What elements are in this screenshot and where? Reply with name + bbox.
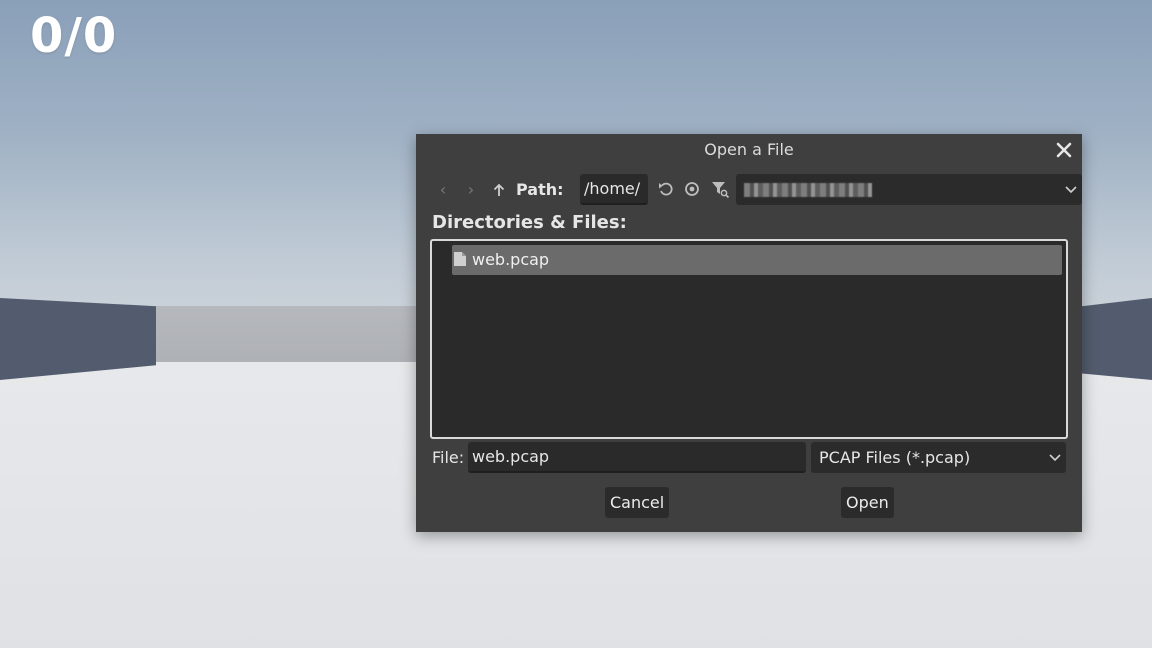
path-label: Path: [516,180,564,199]
chevron-down-icon [1065,186,1077,194]
refresh-button[interactable] [656,179,676,199]
forward-button[interactable]: › [460,174,482,205]
close-icon [1056,142,1072,158]
file-label: File: [432,448,465,467]
arrow-up-icon [493,183,505,196]
score-counter: 0/0 [30,8,118,64]
filename-input[interactable] [468,442,806,473]
cancel-button[interactable]: Cancel [605,487,670,518]
filter-search-icon [712,182,730,199]
file-list[interactable]: web.pcap [430,239,1068,439]
toggle-hidden-button[interactable] [682,179,702,199]
file-icon [454,252,466,266]
parent-folder-button[interactable] [488,174,510,205]
refresh-icon [659,182,673,196]
filter-button[interactable] [710,179,730,199]
list-item-label: web.pcap [472,250,550,269]
chevron-left-icon: ‹ [439,180,447,199]
open-button[interactable]: Open [841,487,894,518]
redacted-location [744,183,872,197]
chevron-right-icon: › [467,180,475,199]
list-item[interactable]: web.pcap [452,245,1062,275]
back-button[interactable]: ‹ [432,174,454,205]
path-toolbar: ‹ › Path: [432,174,1082,205]
path-input[interactable] [580,174,648,205]
directories-files-label: Directories & Files: [432,212,627,233]
open-file-dialog: Open a File ‹ › Path: /home/ Directories… [416,134,1082,532]
eye-icon [685,182,699,196]
chevron-down-icon [1049,454,1061,462]
file-type-value: PCAP Files (*.pcap) [819,448,971,467]
location-dropdown[interactable] [736,174,1082,205]
close-button[interactable] [1054,140,1074,160]
file-type-dropdown[interactable]: PCAP Files (*.pcap) [811,442,1066,473]
dialog-title: Open a File [704,140,794,159]
right-wall [1082,298,1152,380]
